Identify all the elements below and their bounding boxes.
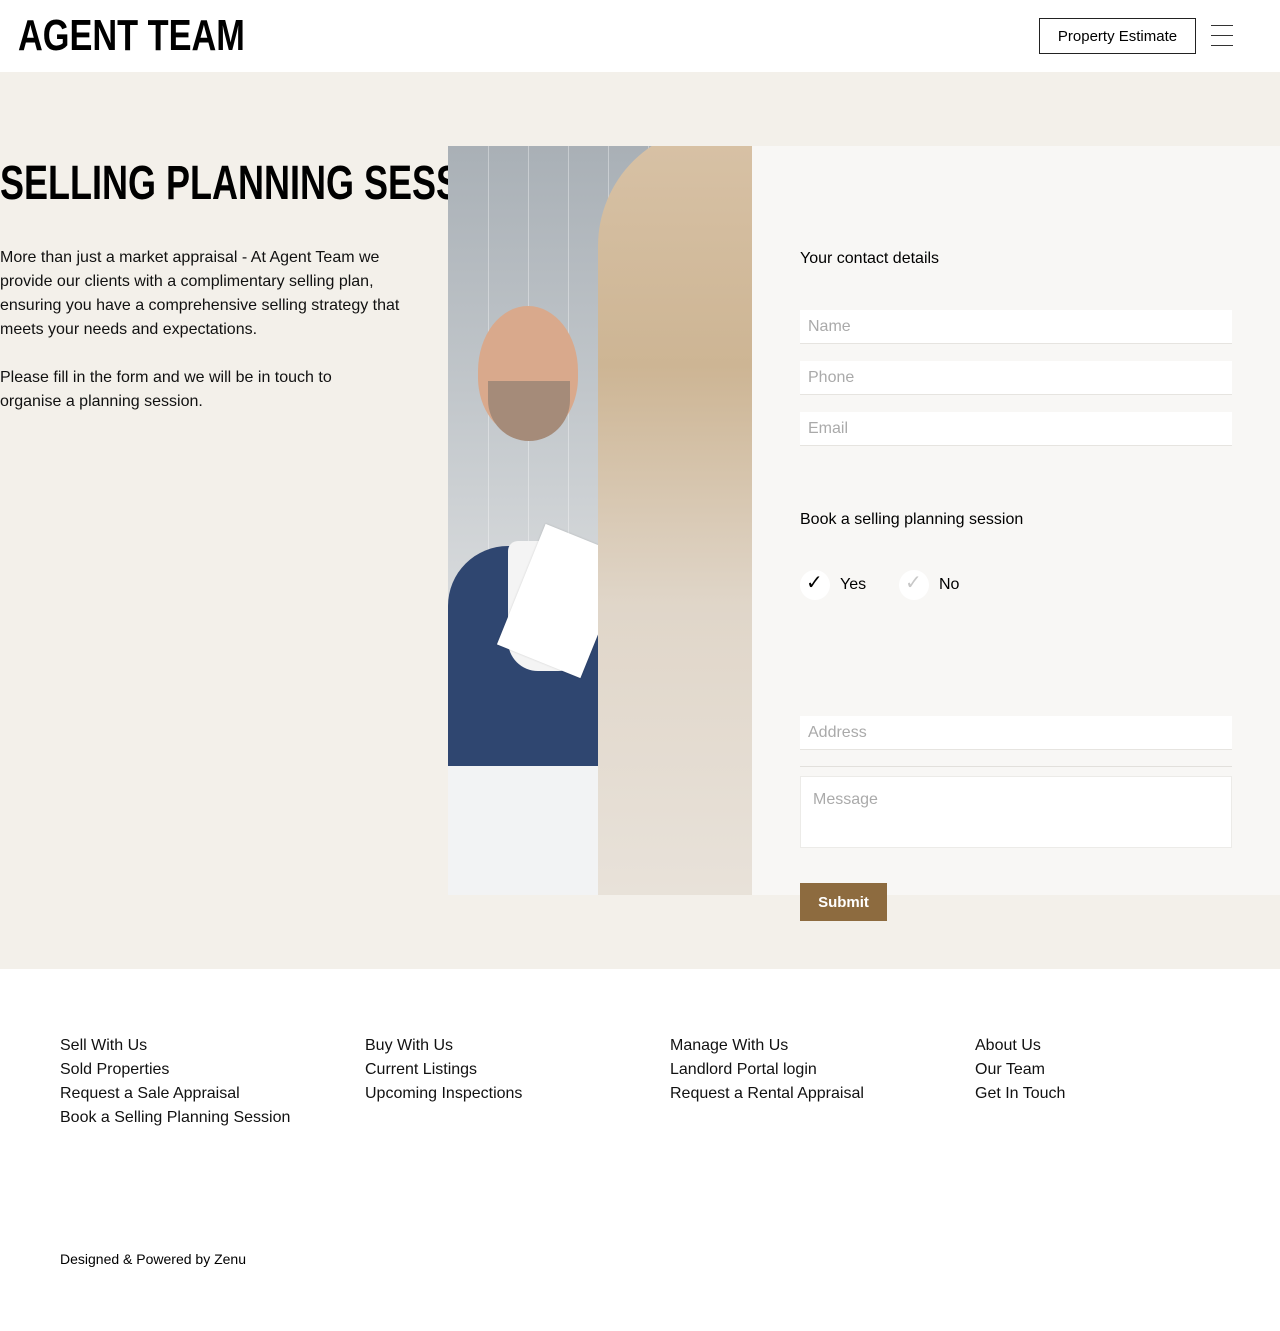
footer-link[interactable]: Buy With Us — [365, 1034, 522, 1058]
footer-column-buy: Buy With Us Current Listings Upcoming In… — [365, 1034, 522, 1106]
address-field[interactable] — [800, 716, 1232, 750]
property-estimate-button[interactable]: Property Estimate — [1039, 18, 1196, 54]
agent-photo — [448, 146, 752, 895]
submit-button[interactable]: Submit — [800, 883, 887, 921]
footer-link[interactable]: Get In Touch — [975, 1082, 1065, 1106]
footer-link[interactable]: Our Team — [975, 1058, 1065, 1082]
footer-link[interactable]: Sell With Us — [60, 1034, 290, 1058]
footer-link[interactable]: Sold Properties — [60, 1058, 290, 1082]
footer-link[interactable]: Book a Selling Planning Session — [60, 1106, 290, 1130]
booking-heading: Book a selling planning session — [800, 511, 1024, 528]
option-no-label: No — [939, 576, 960, 593]
footer-link[interactable]: Manage With Us — [670, 1034, 864, 1058]
footer-link[interactable]: Landlord Portal login — [670, 1058, 864, 1082]
phone-field[interactable] — [800, 361, 1232, 395]
booking-form: Your contact details Book a selling plan… — [752, 146, 1280, 921]
footer-column-sell: Sell With Us Sold Properties Request a S… — [60, 1034, 290, 1130]
footer-link[interactable]: Request a Sale Appraisal — [60, 1082, 290, 1106]
message-field[interactable] — [800, 776, 1232, 848]
divider — [800, 766, 1232, 767]
footer-credit[interactable]: Designed & Powered by Zenu — [60, 1251, 246, 1267]
option-yes[interactable]: ✓ Yes — [800, 570, 866, 600]
footer-link[interactable]: About Us — [975, 1034, 1065, 1058]
hamburger-menu-icon[interactable] — [1211, 25, 1233, 47]
page-title: SELLING PLANNING SESSION — [0, 157, 525, 210]
checkbox-no[interactable]: ✓ — [899, 570, 929, 600]
checkmark-icon: ✓ — [905, 570, 922, 594]
checkbox-yes[interactable]: ✓ — [800, 570, 830, 600]
contact-details-heading: Your contact details — [800, 250, 940, 267]
intro-paragraph: More than just a market appraisal - At A… — [0, 249, 400, 338]
footer-link[interactable]: Current Listings — [365, 1058, 522, 1082]
logo[interactable]: AGENT TEAM — [18, 14, 245, 58]
hero-section: SELLING PLANNING SESSION More than just … — [0, 72, 1280, 969]
footer-column-manage: Manage With Us Landlord Portal login Req… — [670, 1034, 864, 1106]
footer-column-about: About Us Our Team Get In Touch — [975, 1034, 1065, 1106]
option-no[interactable]: ✓ No — [899, 570, 959, 600]
footer-link[interactable]: Request a Rental Appraisal — [670, 1082, 864, 1106]
site-header: AGENT TEAM Property Estimate — [0, 0, 1280, 72]
email-field[interactable] — [800, 412, 1232, 446]
name-field[interactable] — [800, 310, 1232, 344]
option-yes-label: Yes — [840, 576, 867, 593]
checkmark-icon: ✓ — [806, 570, 823, 594]
footer-link[interactable]: Upcoming Inspections — [365, 1082, 522, 1106]
instruction-paragraph: Please fill in the form and we will be i… — [0, 369, 332, 410]
